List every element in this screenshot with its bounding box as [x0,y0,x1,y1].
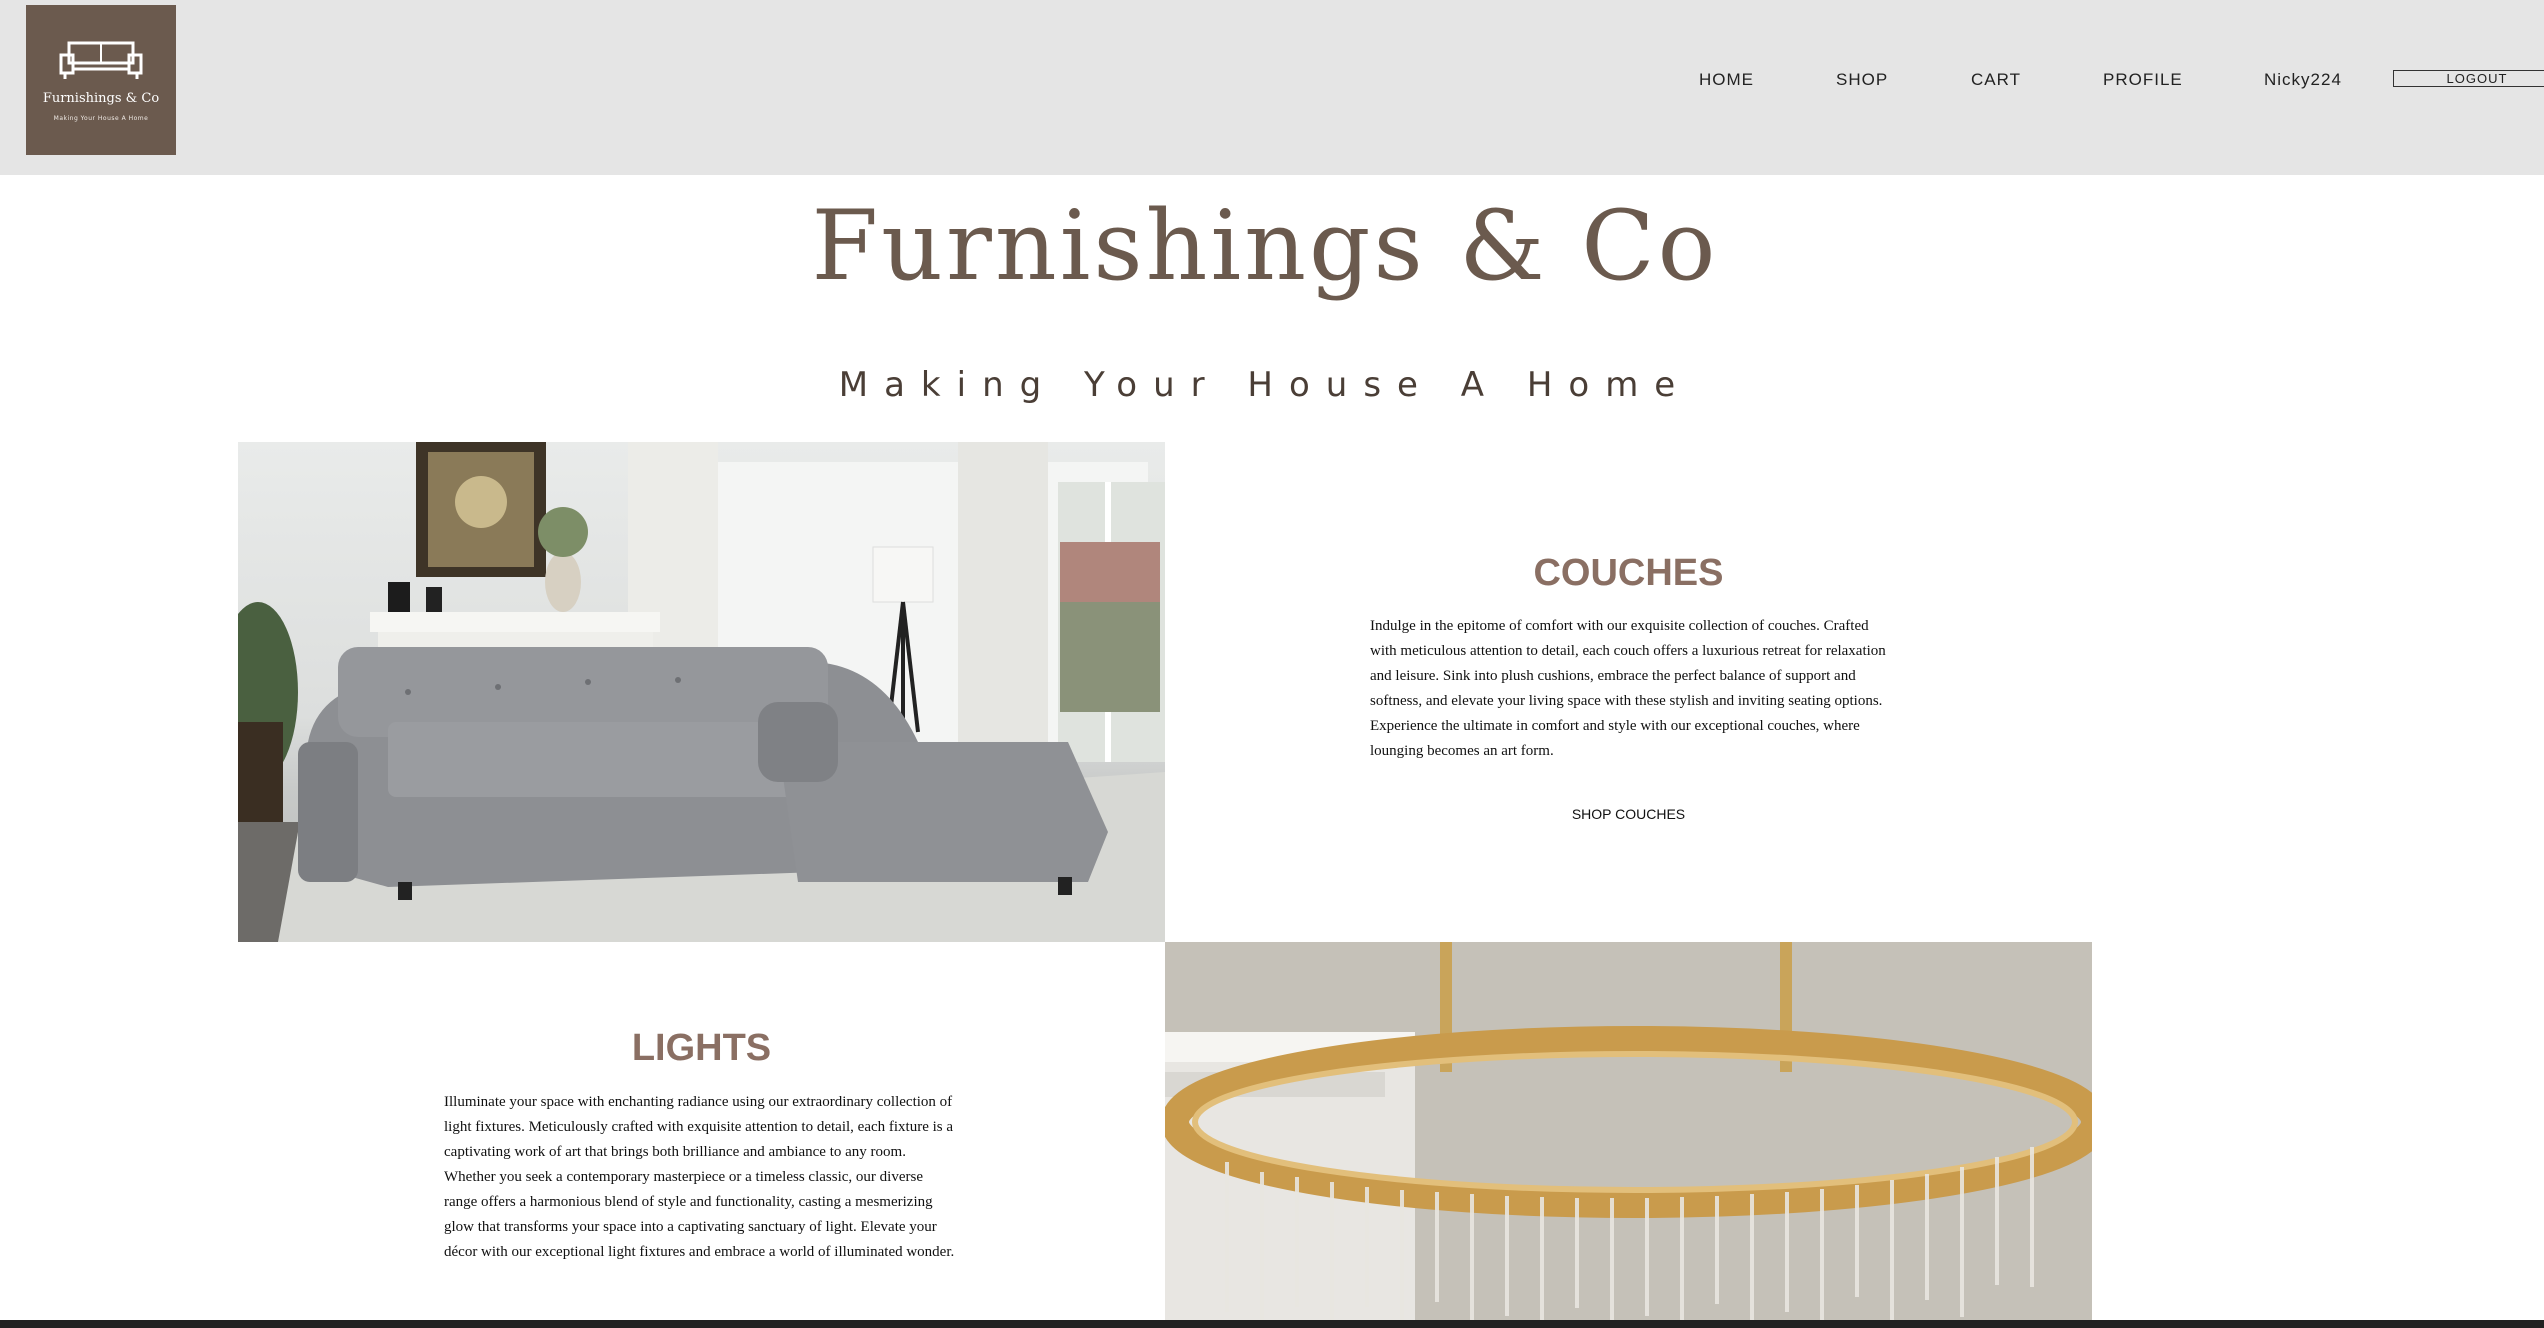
logo-name: Furnishings & Co [42,91,160,106]
logout-button[interactable]: LOGOUT [2393,70,2544,87]
sofa-icon [59,41,143,79]
nav-shop[interactable]: SHOP [1836,70,1888,90]
nav-profile[interactable]: PROFILE [2103,70,2183,90]
shop-couches-link[interactable]: SHOP COUCHES [1165,806,2092,822]
lights-title: LIGHTS [631,1027,772,1069]
header-bar: Furnishings & Co Making Your House A Hom… [0,0,2544,175]
nav-username[interactable]: Nicky224 [2264,70,2342,90]
couches-title: COUCHES [1533,552,1724,594]
bottom-edge [0,1320,2544,1328]
brand-title: Furnishings & Co [811,190,1719,302]
logo-tagline: Making Your House A Home [53,115,149,122]
nav-home[interactable]: HOME [1699,70,1754,90]
chandelier-image [1165,942,2092,1328]
nav-cart[interactable]: CART [1971,70,2021,90]
lights-description: Illuminate your space with enchanting ra… [444,1094,955,1260]
logo[interactable]: Furnishings & Co Making Your House A Hom… [26,5,176,155]
couch-image [238,442,1165,942]
couches-description: Indulge in the epitome of comfort with o… [1370,618,1886,759]
brand-slogan: Making Your House A Home [838,365,1692,405]
